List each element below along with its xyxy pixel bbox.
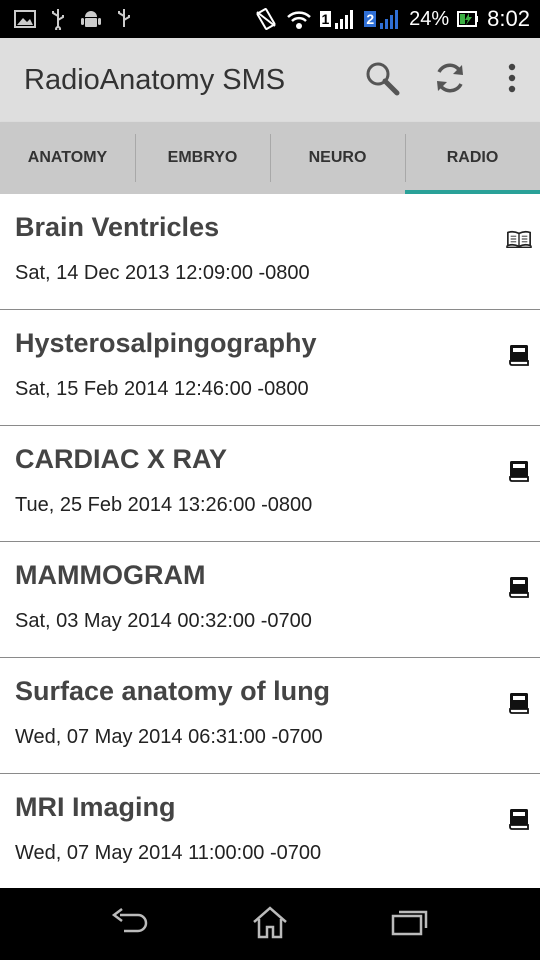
item-date: Wed, 07 May 2014 11:00:00 -0700 (15, 842, 322, 864)
closed-book-icon (506, 808, 532, 830)
overflow-menu-icon (508, 63, 516, 98)
sim2-signal-icon: 2 (364, 8, 401, 30)
list-item[interactable]: CARDIAC X RAY Tue, 25 Feb 2014 13:26:00 … (0, 426, 540, 542)
recent-apps-icon (391, 908, 429, 941)
list-item[interactable]: Hysterosalpingography Sat, 15 Feb 2014 1… (0, 310, 540, 426)
item-title: MAMMOGRAM (15, 560, 206, 590)
vibrate-icon (254, 8, 278, 30)
tab-anatomy[interactable]: ANATOMY (0, 122, 135, 194)
list-item[interactable]: MRI Imaging Wed, 07 May 2014 11:00:00 -0… (0, 774, 540, 888)
refresh-button[interactable] (416, 38, 484, 122)
sim2-badge: 2 (364, 11, 377, 27)
battery-charging-icon (457, 11, 479, 27)
item-title: MRI Imaging (15, 792, 176, 822)
usb-icon (116, 8, 132, 30)
closed-book-icon (506, 692, 532, 714)
item-date: Tue, 25 Feb 2014 13:26:00 -0800 (15, 494, 313, 516)
back-button[interactable] (90, 888, 170, 960)
android-debug-icon (80, 8, 102, 30)
article-list: Brain Ventricles Sat, 14 Dec 2013 12:09:… (0, 194, 540, 888)
recent-apps-button[interactable] (370, 888, 450, 960)
tab-neuro[interactable]: NEURO (270, 122, 405, 194)
sim1-signal-icon: 1 (319, 8, 357, 30)
action-bar: RadioAnatomy SMS (0, 38, 540, 122)
tab-bar: ANATOMY EMBRYO NEURO RADIO (0, 122, 540, 194)
tab-embryo[interactable]: EMBRYO (135, 122, 270, 194)
closed-book-icon (506, 344, 532, 366)
list-item[interactable]: Brain Ventricles Sat, 14 Dec 2013 12:09:… (0, 194, 540, 310)
closed-book-icon (506, 460, 532, 482)
search-icon (364, 60, 400, 101)
item-date: Sat, 14 Dec 2013 12:09:00 -0800 (15, 262, 310, 284)
item-date: Sat, 03 May 2014 00:32:00 -0700 (15, 610, 312, 632)
home-button[interactable] (230, 888, 310, 960)
back-icon (110, 907, 150, 942)
item-title: Surface anatomy of lung (15, 676, 331, 706)
list-item[interactable]: MAMMOGRAM Sat, 03 May 2014 00:32:00 -070… (0, 542, 540, 658)
status-bar: 1 2 24% 8:02 (0, 0, 540, 38)
open-book-icon (506, 228, 532, 250)
app-title: RadioAnatomy SMS (24, 63, 286, 96)
closed-book-icon (506, 576, 532, 598)
clock: 8:02 (487, 6, 530, 31)
battery-percent: 24% (409, 7, 450, 30)
navigation-bar (0, 888, 540, 960)
wifi-icon (286, 8, 312, 30)
search-button[interactable] (348, 38, 416, 122)
list-item[interactable]: Surface anatomy of lung Wed, 07 May 2014… (0, 658, 540, 774)
sim1-badge: 1 (319, 11, 332, 27)
item-title: Hysterosalpingography (15, 328, 317, 358)
overflow-menu-button[interactable] (484, 38, 540, 122)
item-title: Brain Ventricles (15, 212, 220, 242)
home-icon (251, 905, 289, 944)
item-date: Wed, 07 May 2014 06:31:00 -0700 (15, 726, 323, 748)
refresh-icon (432, 60, 468, 101)
item-title: CARDIAC X RAY (15, 444, 228, 474)
tab-radio[interactable]: RADIO (405, 122, 540, 194)
item-date: Sat, 15 Feb 2014 12:46:00 -0800 (15, 378, 309, 400)
gallery-notification-icon (14, 10, 36, 28)
usb-icon (50, 8, 66, 30)
